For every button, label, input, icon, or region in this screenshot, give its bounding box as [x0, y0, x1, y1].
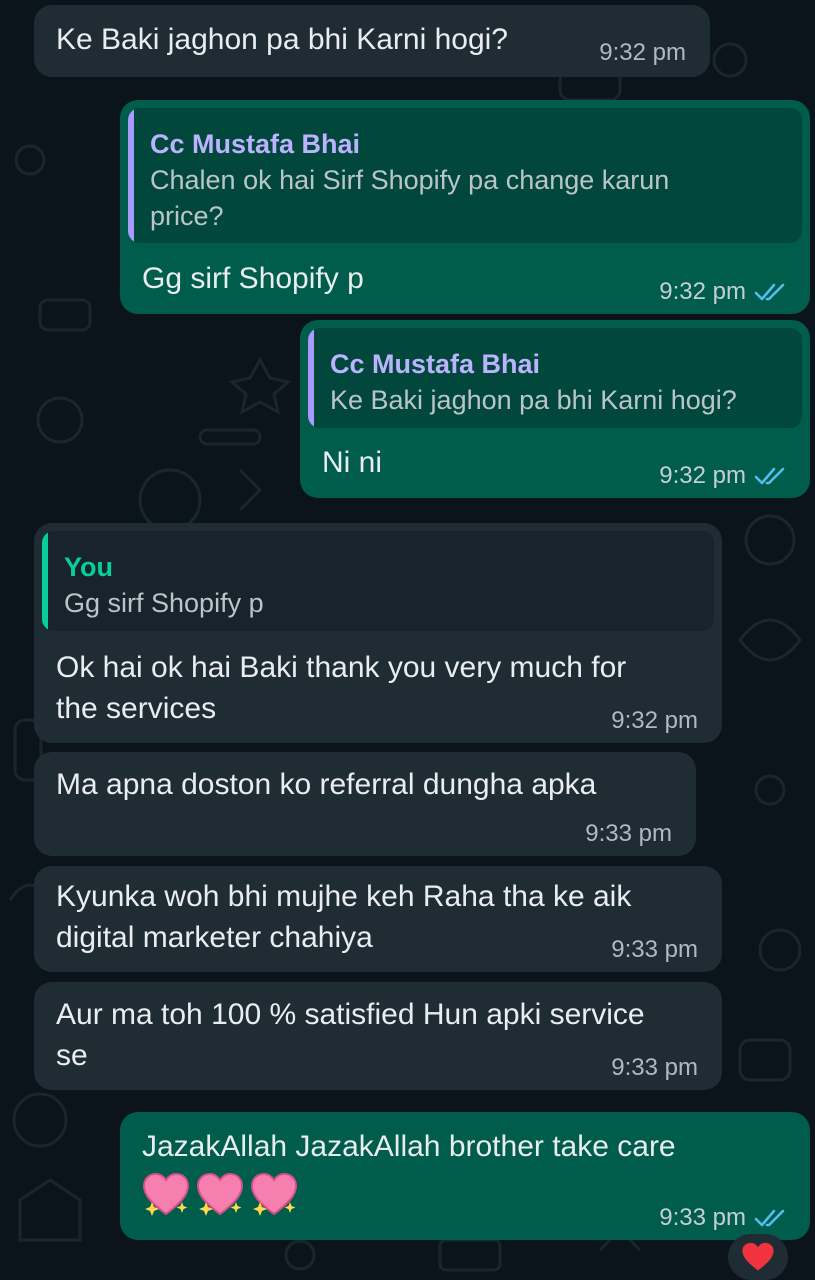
- quoted-message[interactable]: You Gg sirf Shopify p: [42, 531, 714, 631]
- message-bubble-incoming[interactable]: Aur ma toh 100 % satisfied Hun apki serv…: [34, 982, 722, 1090]
- message-time: 9:33 pm: [611, 936, 698, 963]
- message-time: 9:32 pm: [599, 39, 686, 66]
- message-text: Ma apna doston ko referral dungha apka: [56, 768, 597, 801]
- message-text: JazakAllah JazakAllah brother take care: [142, 1130, 676, 1163]
- message-time: 9:32 pm: [659, 278, 746, 305]
- message-bubble-outgoing[interactable]: Cc Mustafa Bhai Chalen ok hai Sirf Shopi…: [120, 100, 810, 314]
- message-meta: 9:32 pm: [659, 462, 786, 490]
- message-meta: 9:33 pm: [659, 1204, 786, 1232]
- message-bubble-incoming[interactable]: Ma apna doston ko referral dungha apka 9…: [34, 752, 696, 856]
- quoted-text: Ke Baki jaghon pa bhi Karni hogi?: [330, 385, 737, 415]
- quoted-author: You: [64, 552, 113, 582]
- message-bubble-incoming[interactable]: Ke Baki jaghon pa bhi Karni hogi? 9:32 p…: [34, 5, 710, 77]
- message-text: Aur ma toh 100 % satisfied Hun apki serv…: [56, 998, 653, 1072]
- message-meta: 9:33 pm: [611, 1054, 698, 1082]
- message-bubble-incoming[interactable]: You Gg sirf Shopify p Ok hai ok hai Baki…: [34, 523, 722, 743]
- read-ticks-icon: [754, 467, 785, 485]
- quoted-author: Cc Mustafa Bhai: [150, 129, 361, 159]
- message-time: 9:33 pm: [585, 820, 672, 847]
- message-meta: 9:32 pm: [599, 39, 686, 67]
- message-bubble-outgoing[interactable]: JazakAllah JazakAllah brother take care …: [120, 1112, 810, 1240]
- message-bubble-outgoing[interactable]: Cc Mustafa Bhai Ke Baki jaghon pa bhi Ka…: [300, 320, 810, 498]
- message-meta: 9:33 pm: [611, 936, 698, 964]
- message-time: 9:33 pm: [659, 1204, 746, 1231]
- sparkling-heart-icon: [142, 1172, 190, 1216]
- quoted-message[interactable]: Cc Mustafa Bhai Chalen ok hai Sirf Shopi…: [128, 108, 802, 243]
- message-text: Kyunka woh bhi mujhe keh Raha tha ke aik…: [56, 880, 640, 954]
- red-heart-icon: [742, 1242, 774, 1271]
- quoted-author: Cc Mustafa Bhai: [330, 349, 541, 379]
- message-meta: 9:32 pm: [659, 278, 786, 306]
- quoted-text: Chalen ok hai Sirf Shopify pa change kar…: [150, 165, 670, 231]
- message-time: 9:33 pm: [611, 1054, 698, 1081]
- read-ticks-icon: [754, 283, 785, 301]
- message-time: 9:32 pm: [659, 462, 746, 489]
- message-text: Ke Baki jaghon pa bhi Karni hogi?: [56, 23, 508, 56]
- quoted-text: Gg sirf Shopify p: [64, 588, 264, 618]
- emoji-row: [142, 1172, 298, 1218]
- message-time: 9:32 pm: [611, 707, 698, 734]
- message-text: Ok hai ok hai Baki thank you very much f…: [56, 651, 635, 725]
- message-text: Ni ni: [322, 446, 383, 479]
- message-meta: 9:33 pm: [585, 820, 672, 848]
- reaction-badge[interactable]: [728, 1234, 788, 1280]
- message-meta: 9:32 pm: [611, 707, 698, 735]
- message-text: Gg sirf Shopify p: [142, 262, 364, 295]
- quoted-message[interactable]: Cc Mustafa Bhai Ke Baki jaghon pa bhi Ka…: [308, 328, 802, 428]
- message-bubble-incoming[interactable]: Kyunka woh bhi mujhe keh Raha tha ke aik…: [34, 866, 722, 972]
- sparkling-heart-icon: [250, 1172, 298, 1216]
- read-ticks-icon: [754, 1209, 785, 1227]
- sparkling-heart-icon: [196, 1172, 244, 1216]
